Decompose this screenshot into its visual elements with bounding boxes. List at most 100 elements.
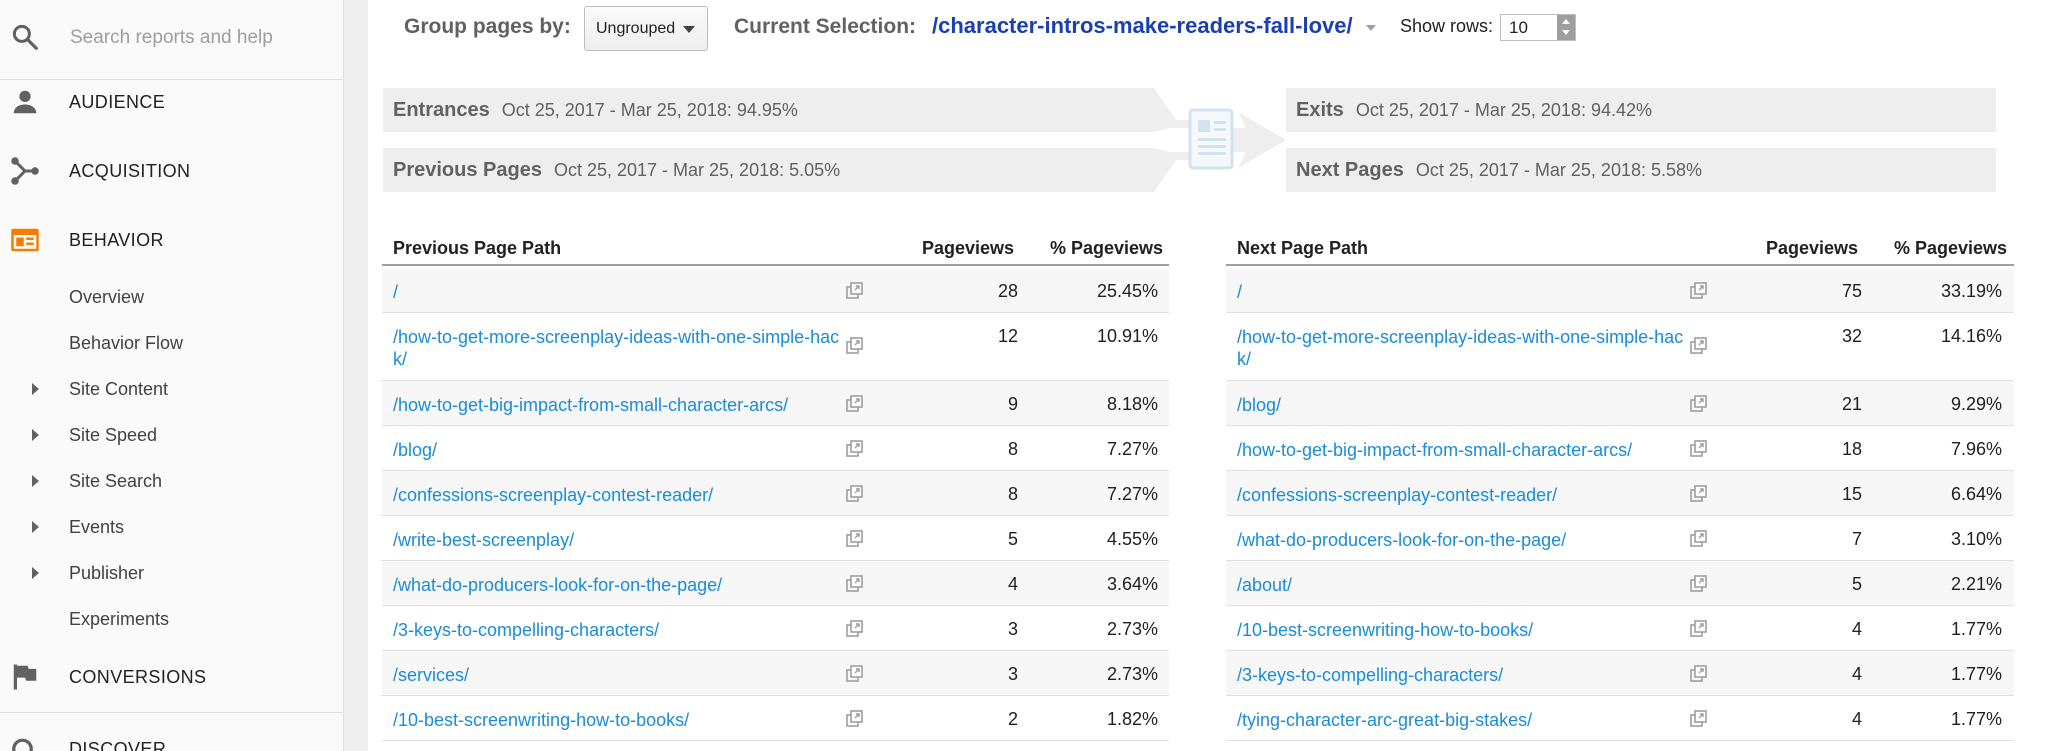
main-content: Group pages by: Ungrouped Current Select…: [344, 0, 2048, 751]
page-path-link[interactable]: /: [1237, 281, 1697, 303]
pageviews-value: 21: [1841, 394, 1862, 414]
show-rows-select[interactable]: 10: [1500, 14, 1576, 41]
page-path-link[interactable]: /blog/: [1237, 394, 1697, 416]
dropdown-arrow-icon: [683, 26, 695, 33]
pageviews-value: 15: [1841, 484, 1862, 504]
open-page-icon[interactable]: [846, 530, 864, 548]
page-path-link[interactable]: /what-do-producers-look-for-on-the-page/: [1237, 529, 1697, 551]
open-page-icon[interactable]: [846, 575, 864, 593]
open-page-icon[interactable]: [1690, 395, 1708, 413]
nav-behavior[interactable]: BEHAVIOR: [0, 212, 344, 268]
nav-discover-label: DISCOVER: [69, 738, 167, 751]
open-page-icon[interactable]: [1690, 530, 1708, 548]
expand-caret-icon[interactable]: [32, 567, 39, 579]
open-page-icon[interactable]: [1690, 575, 1708, 593]
open-page-icon[interactable]: [846, 395, 864, 413]
nav-behavior-overview[interactable]: Overview: [0, 277, 344, 317]
nav-audience[interactable]: AUDIENCE: [0, 74, 344, 130]
nav-behavior-label: BEHAVIOR: [69, 229, 164, 250]
previous-path-header[interactable]: Previous Page Path: [393, 238, 561, 259]
page-path-link[interactable]: /how-to-get-big-impact-from-small-charac…: [1237, 439, 1697, 461]
page-path-link[interactable]: /blog/: [393, 439, 853, 461]
page-path-link[interactable]: /10-best-screenwriting-how-to-books/: [1237, 619, 1697, 641]
open-page-icon[interactable]: [1690, 620, 1708, 638]
pageviews-header[interactable]: Pageviews: [922, 238, 1014, 259]
open-page-icon[interactable]: [1690, 665, 1708, 683]
nav-sub-label: Events: [69, 516, 125, 537]
nav-site-search[interactable]: Site Search: [0, 461, 344, 501]
page-path-link[interactable]: /3-keys-to-compelling-characters/: [1237, 664, 1697, 686]
page-path-link[interactable]: /how-to-get-more-screenplay-ideas-with-o…: [393, 326, 853, 370]
nav-site-speed[interactable]: Site Speed: [0, 415, 344, 455]
pct-pageviews-header[interactable]: % Pageviews: [1894, 238, 2007, 259]
pct-pageviews-value: 9.29%: [1950, 394, 2002, 414]
current-selection-label: Current Selection:: [734, 15, 917, 38]
page-path-link[interactable]: /confessions-screenplay-contest-reader/: [393, 484, 853, 506]
sidebar: AUDIENCE ACQUISITION BEHAVIOR Overview B…: [0, 0, 344, 751]
open-page-icon[interactable]: [846, 337, 864, 355]
open-page-icon[interactable]: [846, 665, 864, 683]
nav-publisher[interactable]: Publisher: [0, 553, 344, 593]
table-row: /blog/21 9.29%: [1226, 381, 2014, 426]
open-page-icon[interactable]: [1690, 282, 1708, 300]
flag-icon: [13, 664, 37, 690]
expand-caret-icon[interactable]: [32, 521, 39, 533]
next-pages-title: Next Pages: [1296, 158, 1404, 181]
nav-conversions[interactable]: CONVERSIONS: [0, 649, 344, 705]
open-page-icon[interactable]: [846, 440, 864, 458]
nav-sub-label: Site Speed: [69, 424, 158, 445]
pct-pageviews-header[interactable]: % Pageviews: [1050, 238, 1163, 259]
group-pages-select[interactable]: Ungrouped: [584, 6, 708, 51]
stepper-icon[interactable]: [1557, 15, 1575, 40]
nav-acquisition[interactable]: ACQUISITION: [0, 143, 344, 199]
navigation-flow-arrows: [1110, 88, 1286, 192]
page-path-link[interactable]: /: [393, 281, 853, 303]
open-page-icon[interactable]: [1690, 337, 1708, 355]
expand-caret-icon[interactable]: [32, 475, 39, 487]
search-bar: [0, 0, 344, 80]
search-icon[interactable]: [10, 22, 40, 52]
open-page-icon[interactable]: [1690, 440, 1708, 458]
search-input[interactable]: [70, 20, 330, 56]
discover-icon: [12, 738, 33, 751]
open-page-icon[interactable]: [1690, 485, 1708, 503]
table-header: Previous Page Path Pageviews % Pageviews: [382, 232, 1169, 266]
pageviews-header[interactable]: Pageviews: [1766, 238, 1858, 259]
exits-title: Exits: [1296, 98, 1344, 121]
open-page-icon[interactable]: [846, 282, 864, 300]
nav-behavior-flow[interactable]: Behavior Flow: [0, 323, 344, 363]
open-page-icon[interactable]: [846, 620, 864, 638]
acquisition-icon: [11, 157, 39, 185]
page-path-link[interactable]: /services/: [393, 664, 853, 686]
nav-sub-label: Site Search: [69, 470, 163, 491]
open-page-icon[interactable]: [846, 710, 864, 728]
table-row: /how-to-get-more-screenplay-ideas-with-o…: [382, 313, 1169, 381]
page-path-link[interactable]: /tying-character-arc-great-big-stakes/: [1237, 709, 1697, 731]
page-path-link[interactable]: /what-do-producers-look-for-on-the-page/: [393, 574, 853, 596]
pageviews-value: 28: [997, 281, 1018, 301]
page-path-link[interactable]: /how-to-get-big-impact-from-small-charac…: [393, 394, 853, 416]
page-path-link[interactable]: /write-best-screenplay/: [393, 529, 853, 551]
pageviews-value: 4: [1851, 664, 1862, 684]
page-path-link[interactable]: /10-best-screenwriting-how-to-books/: [393, 709, 853, 731]
current-selection-value[interactable]: /character-intros-make-readers-fall-love…: [932, 13, 1353, 39]
expand-caret-icon[interactable]: [32, 429, 39, 441]
selection-dropdown-icon[interactable]: [1366, 25, 1376, 31]
content-gutter: [344, 0, 368, 751]
nav-discover[interactable]: DISCOVER: [0, 721, 344, 751]
open-page-icon[interactable]: [1690, 710, 1708, 728]
page-path-link[interactable]: /about/: [1237, 574, 1697, 596]
expand-caret-icon[interactable]: [32, 383, 39, 395]
table-row: /confessions-screenplay-contest-reader/8…: [382, 471, 1169, 516]
page-path-link[interactable]: /confessions-screenplay-contest-reader/: [1237, 484, 1697, 506]
open-page-icon[interactable]: [846, 485, 864, 503]
nav-site-content[interactable]: Site Content: [0, 369, 344, 409]
next-path-header[interactable]: Next Page Path: [1237, 238, 1368, 259]
page-path-link[interactable]: /how-to-get-more-screenplay-ideas-with-o…: [1237, 326, 1697, 370]
pct-pageviews-value: 1.77%: [1950, 709, 2002, 729]
page-path-link[interactable]: /3-keys-to-compelling-characters/: [393, 619, 853, 641]
pageviews-value: 5: [1007, 529, 1018, 549]
group-pages-label: Group pages by:: [404, 15, 571, 38]
nav-experiments[interactable]: Experiments: [0, 599, 344, 639]
nav-events[interactable]: Events: [0, 507, 344, 547]
